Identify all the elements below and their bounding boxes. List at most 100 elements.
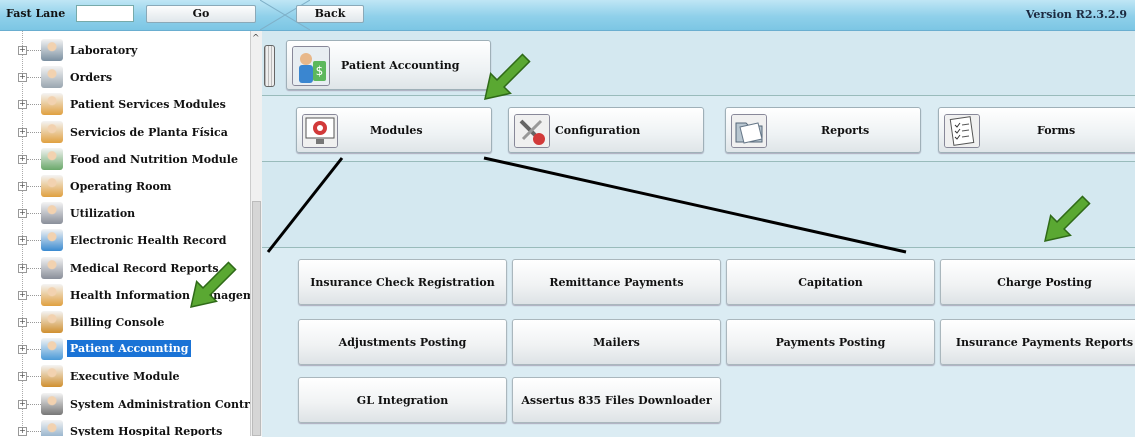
microscope-icon [41, 39, 63, 61]
tree-item-label: System Administration Control [70, 397, 251, 411]
tree-item[interactable]: + Food and Nutrition Module [0, 146, 250, 173]
expand-icon[interactable]: + [18, 154, 27, 164]
tree-connector [27, 213, 41, 215]
expand-icon[interactable]: + [18, 263, 27, 273]
top-bar: Fast Lane Go Back Version R2.3.2.9 [0, 0, 1135, 31]
tree-item[interactable]: + Operating Room [0, 173, 250, 200]
expand-icon[interactable]: + [18, 345, 27, 355]
scroll-up-icon[interactable]: ^ [252, 34, 260, 44]
tree-item[interactable]: + Utilization [0, 200, 250, 227]
tree-item[interactable]: + Medical Record Reports [0, 255, 250, 282]
tree-item[interactable]: + Patient Accounting [0, 336, 250, 363]
folder-icon [731, 114, 767, 148]
remittance-payments-button[interactable]: Remittance Payments [512, 259, 721, 305]
patient-accounting-header-button[interactable]: $ Patient Accounting [286, 40, 491, 90]
expand-icon[interactable]: + [18, 182, 27, 191]
reports-button[interactable]: Reports [725, 107, 921, 153]
tree-item[interactable]: + Health Information Management [0, 282, 250, 309]
tree-item-label: Executive Module [70, 370, 180, 384]
adjustments-posting-button[interactable]: Adjustments Posting [298, 319, 507, 365]
expand-icon[interactable]: + [18, 399, 27, 409]
reports-label: Reports [821, 124, 870, 137]
expand-icon[interactable]: + [18, 372, 27, 382]
forms-label: Forms [1037, 124, 1076, 137]
tree-item[interactable]: + System Hospital Reports [0, 418, 250, 436]
ehr-icon [41, 229, 63, 252]
tree-item[interactable]: + Laboratory [0, 37, 250, 64]
expand-icon[interactable]: + [18, 73, 27, 83]
tools-icon [41, 392, 63, 415]
tree-connector [27, 131, 41, 133]
fast-lane-input[interactable] [76, 5, 134, 22]
person-money-icon: $ [292, 46, 330, 86]
payments-posting-button[interactable]: Payments Posting [726, 319, 935, 365]
tree-item[interactable]: + Billing Console [0, 309, 250, 336]
food-icon [41, 147, 63, 170]
tree-item[interactable]: + System Administration Control [0, 391, 250, 418]
tree-connector [27, 186, 41, 187]
tree-item-label: Servicios de Planta Física [70, 125, 228, 139]
tree-item-label: Patient Services Modules [70, 98, 226, 112]
insurance-check-registration-button[interactable]: Insurance Check Registration [298, 259, 507, 305]
report-icon [41, 419, 63, 436]
tree-scrollbar[interactable]: ^ [250, 31, 262, 436]
expand-icon[interactable]: + [18, 46, 27, 55]
version-label: Version R2.3.2.9 [1025, 8, 1127, 21]
expand-icon[interactable]: + [18, 209, 27, 219]
tree-item-label: Electronic Health Record [70, 234, 227, 248]
svg-text:$: $ [316, 64, 324, 78]
tree-connector [27, 322, 41, 323]
header-band: $ Patient Accounting [262, 31, 1135, 96]
document-icon [41, 66, 63, 89]
panel-resize-handle[interactable] [264, 45, 275, 87]
insurance-payments-reports-button[interactable]: Insurance Payments Reports [940, 319, 1135, 365]
tree-item-label: Food and Nutrition Module [70, 152, 238, 166]
stethoscope-icon [41, 202, 63, 225]
tree-connector [27, 294, 41, 296]
tree-item-label: Laboratory [70, 44, 138, 57]
tree-connector [27, 50, 41, 51]
configuration-label: Configuration [555, 124, 641, 137]
go-button[interactable]: Go [146, 5, 256, 23]
person-icon [41, 283, 63, 306]
scrollbar-thumb[interactable] [252, 201, 261, 436]
modules-button[interactable]: Modules [296, 107, 492, 153]
tree-connector [27, 403, 41, 405]
tree-connector [27, 376, 41, 378]
expand-icon[interactable]: + [18, 426, 27, 436]
modules-band: Modules Configuration Reports Forms [262, 96, 1135, 162]
tree-connector [27, 267, 41, 269]
expand-icon[interactable]: + [18, 290, 27, 300]
navigation-tree: + Laboratory + Orders + Patient Services Modu… [0, 31, 251, 436]
tree-item[interactable]: + Servicios de Planta Física [0, 119, 250, 146]
tree-connector [27, 240, 41, 242]
tree-item-label: Utilization [70, 207, 136, 221]
assertus-835-files-downloader-button[interactable]: Assertus 835 Files Downloader [512, 377, 721, 423]
fast-lane-label: Fast Lane [6, 7, 66, 20]
mailers-button[interactable]: Mailers [512, 319, 721, 365]
tree-connector [27, 104, 41, 106]
forms-button[interactable]: Forms [938, 107, 1135, 153]
capitation-button[interactable]: Capitation [726, 259, 935, 305]
expand-icon[interactable]: + [18, 100, 27, 110]
tree-item[interactable]: + Orders [0, 64, 250, 91]
tree-item-label: Health Information Management [70, 288, 250, 302]
configuration-button[interactable]: Configuration [508, 107, 704, 153]
checklist-icon [944, 114, 980, 148]
tree-item[interactable]: + Executive Module [0, 363, 250, 390]
back-button[interactable]: Back [296, 5, 364, 23]
person-money-icon [41, 338, 63, 361]
expand-icon[interactable]: + [18, 127, 27, 137]
charge-posting-button[interactable]: Charge Posting [940, 259, 1135, 305]
tree-item[interactable]: + Electronic Health Record [0, 227, 250, 254]
person-icon [41, 311, 63, 333]
expand-icon[interactable]: + [18, 318, 27, 327]
modules-label: Modules [370, 124, 423, 137]
gl-integration-button[interactable]: GL Integration [298, 377, 507, 423]
person-icon [41, 175, 63, 197]
tree-connector [27, 77, 41, 79]
tree-connector [27, 349, 41, 351]
tree-item-label: System Hospital Reports [70, 424, 223, 436]
expand-icon[interactable]: + [18, 236, 27, 246]
tree-item[interactable]: + Patient Services Modules [0, 91, 250, 118]
